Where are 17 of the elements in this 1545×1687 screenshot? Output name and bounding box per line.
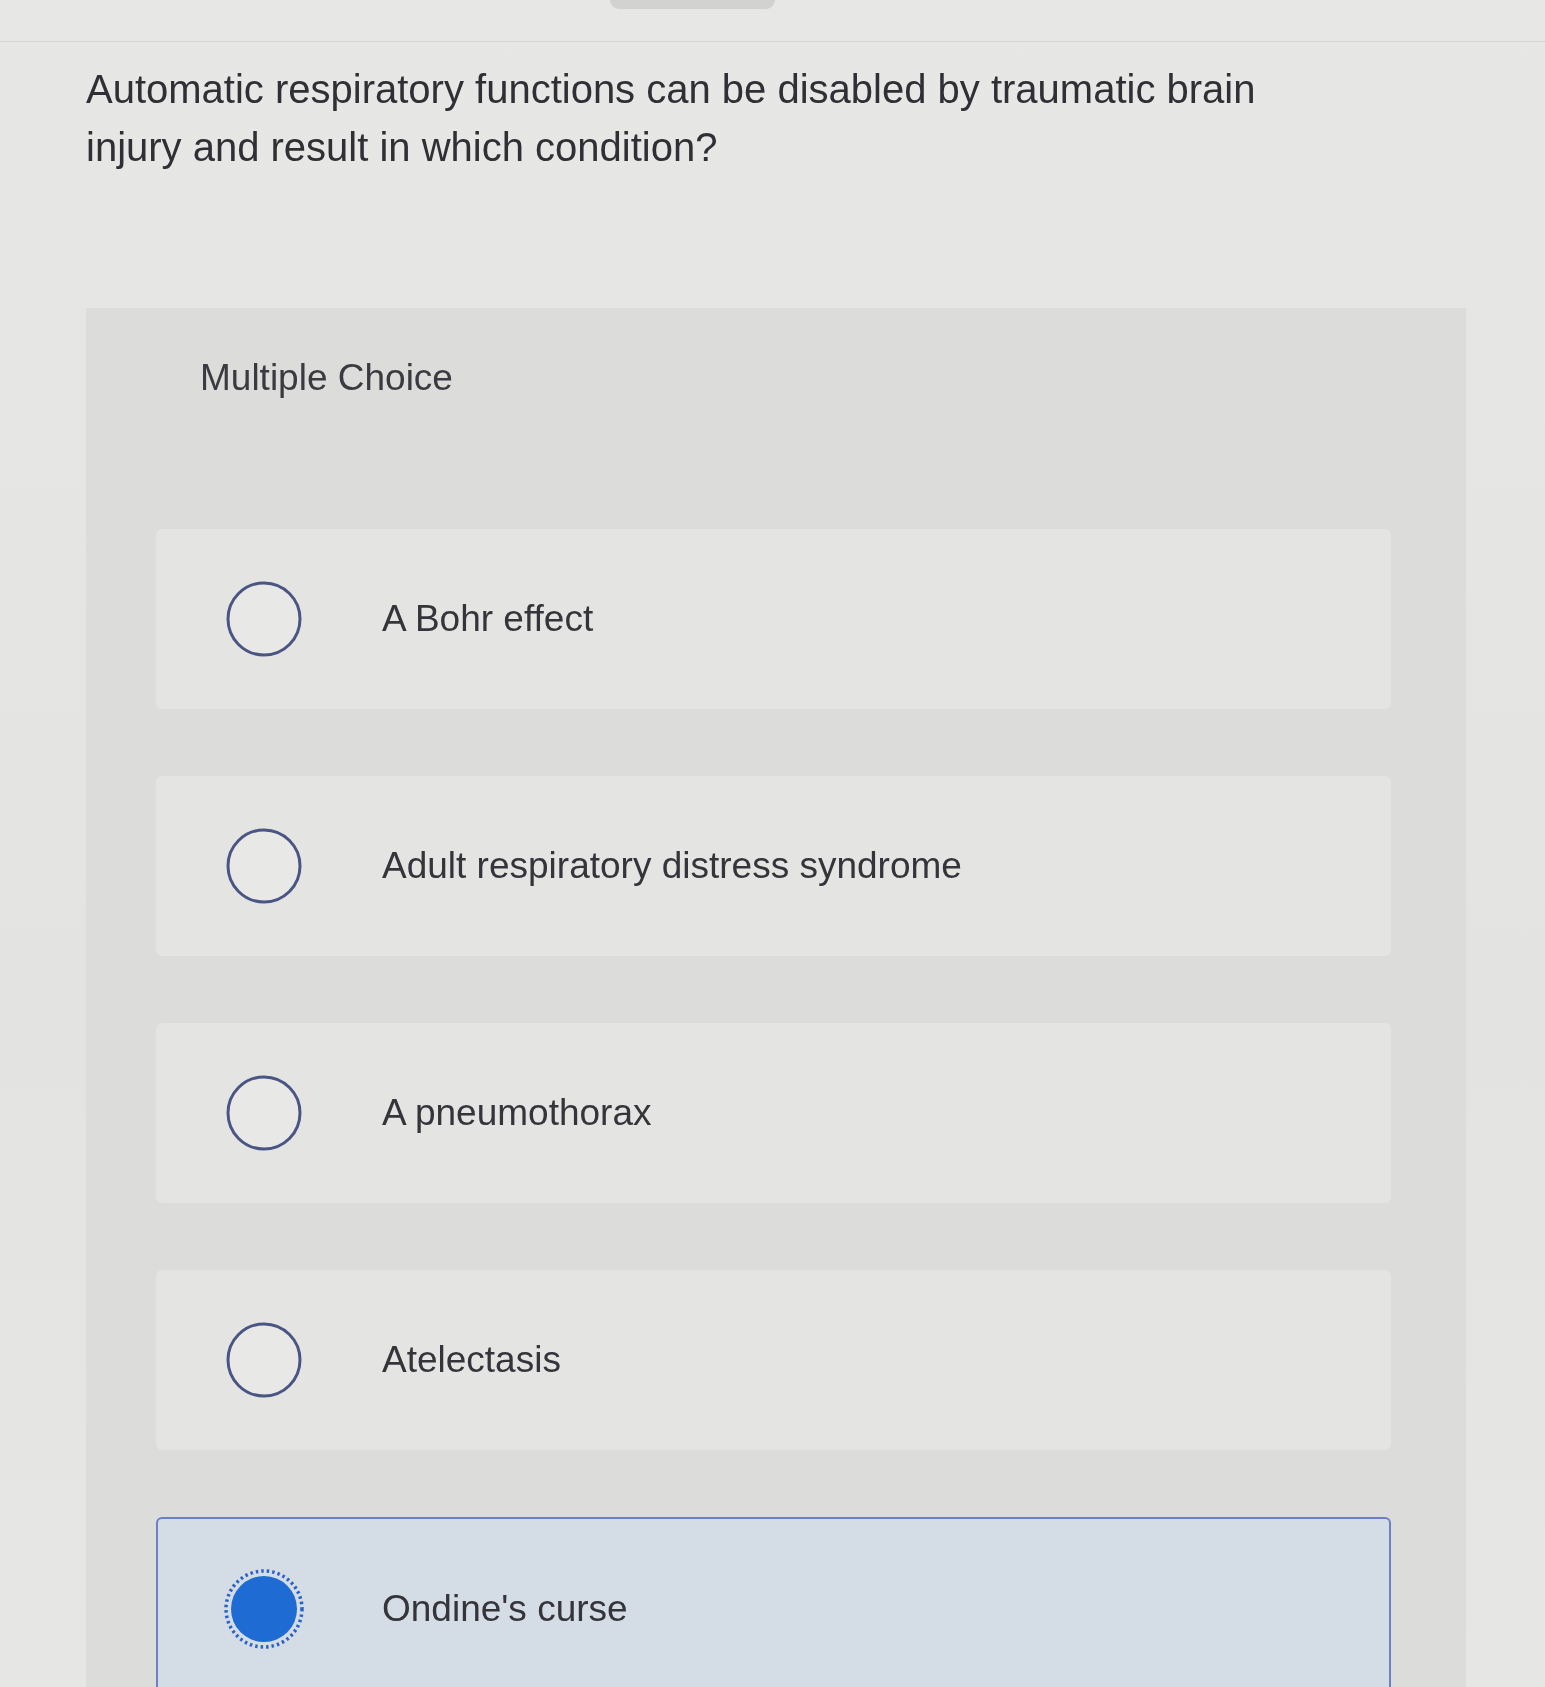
option-label: Ondine's curse (382, 1587, 628, 1631)
radio-button-checked[interactable] (224, 1569, 304, 1649)
answer-option[interactable]: Adult respiratory distress syndrome (156, 776, 1391, 956)
answer-option[interactable]: A pneumothorax (156, 1023, 1391, 1203)
option-label: Adult respiratory distress syndrome (382, 844, 962, 888)
radio-button[interactable] (224, 1073, 304, 1153)
option-label: Atelectasis (382, 1338, 561, 1382)
selected-answer-option[interactable]: Ondine's curse (156, 1517, 1391, 1687)
answer-option[interactable]: A Bohr effect (156, 529, 1391, 709)
section-label: Multiple Choice (200, 356, 454, 400)
radio-button[interactable] (224, 579, 304, 659)
option-label: A pneumothorax (382, 1091, 652, 1135)
radio-button[interactable] (224, 826, 304, 906)
answer-option[interactable]: Atelectasis (156, 1270, 1391, 1450)
radio-button[interactable] (224, 1320, 304, 1400)
question-text: Automatic respiratory functions can be disabled by traumatic brain injury and result in which condition? (86, 66, 1257, 171)
option-label: A Bohr effect (382, 597, 594, 641)
